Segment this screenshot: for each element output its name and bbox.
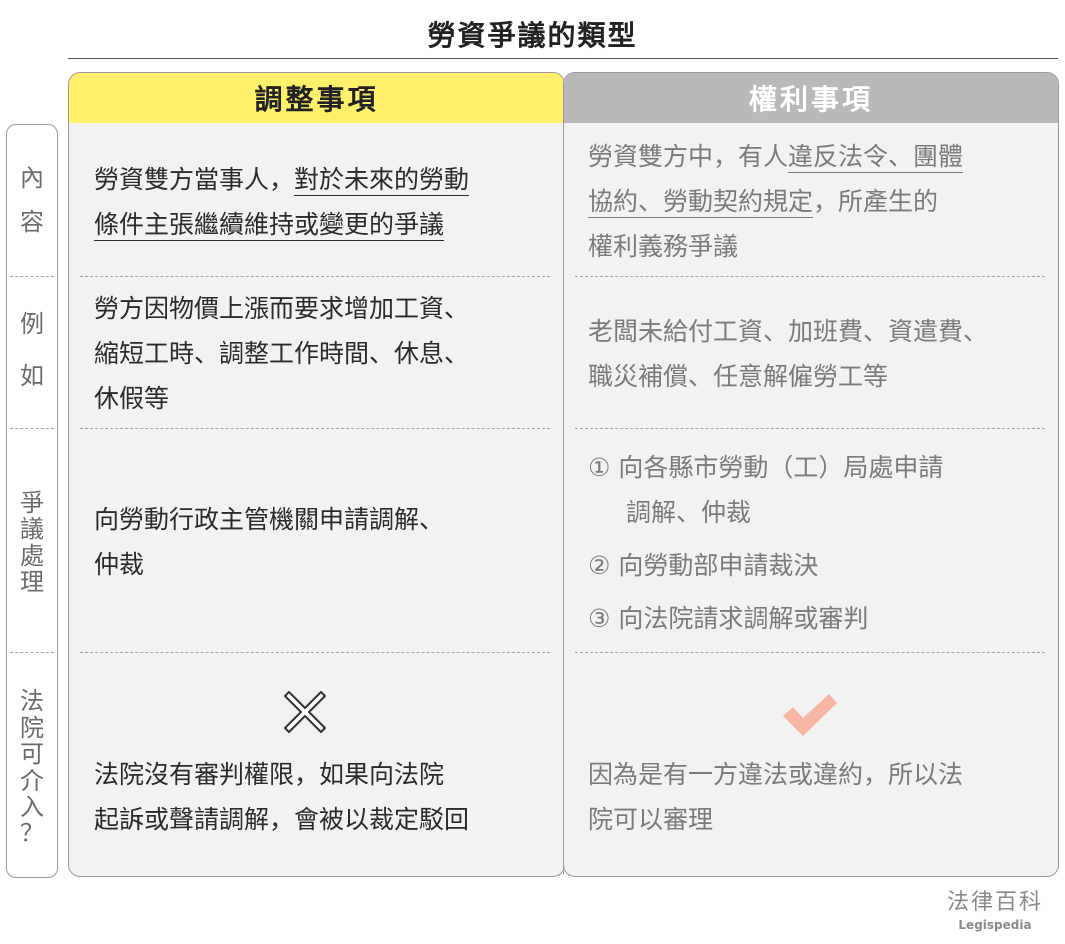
right-dispute-cell: ① 向各縣市勞動（工）局處申請 調解、仲裁 ② 向勞動部申請裁決 ③ 向法院請求…: [588, 445, 1048, 641]
cross-icon: [281, 688, 329, 736]
right-court-cell: 因為是有一方違法或違約，所以法 院可以審理: [588, 760, 964, 834]
brand-logo: 法律百科 Legispedia: [946, 890, 1043, 932]
left-examples-cell: 勞方因物價上漲而要求增加工資、 縮短工時、調整工作時間、休息、 休假等: [94, 294, 470, 413]
left-content-cell: 勞資雙方當事人，對於未來的勞動 條件主張繼續維持或變更的爭議: [94, 165, 470, 239]
row-divider: [575, 428, 1045, 429]
row-label-divider: [10, 428, 54, 429]
column-divider: [563, 122, 564, 874]
row-divider: [80, 428, 550, 429]
page-title: 勞資爭議的類型: [427, 19, 638, 52]
row-divider: [575, 652, 1045, 653]
row-divider: [80, 276, 550, 277]
right-content-cell: 勞資雙方中，有人違反法令、團體 協約、勞動契約規定，所產生的 權利義務爭議: [588, 142, 964, 261]
row-divider: [80, 652, 550, 653]
row-label-content: 內 容: [20, 163, 44, 236]
check-icon: [779, 690, 841, 740]
right-examples-cell: 老闆未給付工資、加班費、資遣費、 職災補償、任意解僱勞工等: [588, 317, 989, 391]
title-rule: [68, 58, 1058, 59]
left-dispute-cell: 向勞動行政主管機關申請調解、 仲裁: [94, 505, 445, 579]
right-header: 權利事項: [564, 73, 1058, 123]
dispute-item-3: ③ 向法院請求調解或審判: [588, 604, 869, 633]
dispute-item-1: ① 向各縣市勞動（工）局處申請: [588, 453, 944, 482]
row-divider: [575, 276, 1045, 277]
row-label-divider: [10, 276, 54, 277]
left-court-cell: 法院沒有審判權限，如果向法院 起訴或聲請調解，會被以裁定駁回: [94, 760, 470, 834]
dispute-item-2: ② 向勞動部申請裁決: [588, 551, 819, 580]
row-label-divider: [10, 652, 54, 653]
row-label-court: 法 院 可 介 入 ？: [20, 687, 44, 848]
row-label-dispute: 爭 議 處 理: [20, 488, 44, 596]
row-label-examples: 例 如: [20, 309, 44, 390]
left-header: 調整事項: [69, 73, 564, 123]
